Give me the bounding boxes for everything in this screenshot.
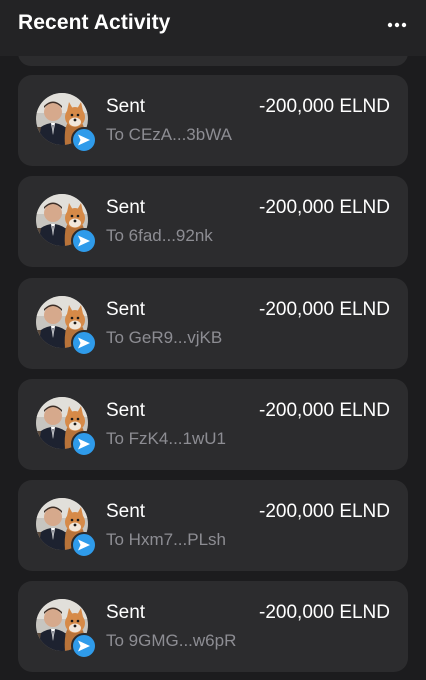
more-options-button[interactable] [386, 14, 408, 36]
transaction-recipient: To FzK4...1wU1 [106, 428, 226, 448]
send-badge [71, 430, 97, 457]
header: Recent Activity [0, 0, 426, 56]
send-arrow-icon [78, 235, 90, 247]
transaction-recipient: To 6fad...92nk [106, 226, 213, 246]
activity-card[interactable]: Sent To 9GMG...w6pR -200,000 ELND [18, 581, 408, 673]
transaction-type: Sent [106, 602, 146, 624]
send-badge [71, 532, 97, 559]
page-title: Recent Activity [18, 11, 171, 34]
activity-card[interactable]: Sent To GeR9...vjKB -200,000 ELND [18, 277, 408, 369]
activity-card[interactable]: Sent To Hxm7...PLsh -200,000 ELND [18, 480, 408, 572]
activity-card[interactable]: Sent To FzK4...1wU1 -200,000 ELND [18, 378, 408, 470]
transaction-amount: -200,000 ELND [259, 96, 390, 117]
transaction-type: Sent [106, 197, 146, 219]
send-arrow-icon [78, 640, 90, 652]
transaction-recipient: To CEzA...3bWA [106, 125, 232, 144]
send-arrow-icon [78, 134, 90, 146]
send-badge [71, 329, 97, 356]
transaction-recipient: To GeR9...vjKB [106, 327, 223, 347]
activity-card[interactable]: Sent To 6fad...92nk -200,000 ELND [18, 176, 408, 268]
activity-card[interactable]: Sent To CEzA...3bWA -200,000 ELND [18, 75, 408, 166]
send-badge [71, 228, 97, 255]
send-arrow-icon [78, 438, 90, 450]
transaction-amount: -200,000 ELND [259, 298, 390, 320]
transaction-type: Sent [106, 298, 146, 320]
transaction-type: Sent [106, 399, 146, 421]
transaction-recipient: To 9GMG...w6pR [106, 631, 237, 651]
transaction-type: Sent [106, 96, 146, 117]
send-badge [71, 633, 97, 660]
recent-activity-screen: Recent Activity Sent To CEzA...3bWA -200… [0, 0, 426, 680]
transaction-amount: -200,000 ELND [259, 197, 390, 219]
transaction-type: Sent [106, 501, 146, 523]
transaction-amount: -200,000 ELND [259, 602, 390, 624]
ellipsis-horizontal-icon [387, 22, 407, 28]
transaction-amount: -200,000 ELND [259, 501, 390, 523]
activity-list: Sent To CEzA...3bWA -200,000 ELND Sent T… [18, 75, 408, 680]
send-arrow-icon [78, 539, 90, 551]
transaction-amount: -200,000 ELND [259, 399, 390, 421]
send-arrow-icon [78, 337, 90, 349]
send-badge [71, 127, 97, 153]
transaction-recipient: To Hxm7...PLsh [106, 530, 226, 550]
